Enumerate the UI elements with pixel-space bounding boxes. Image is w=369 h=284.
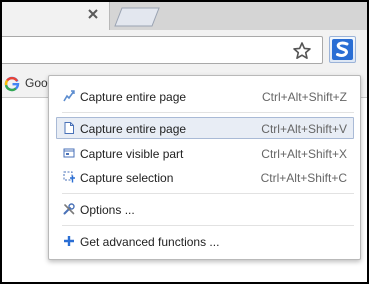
address-bar[interactable] (0, 36, 323, 64)
tools-icon (63, 203, 75, 215)
menu-item-advanced-functions[interactable]: Get advanced functions ... (56, 230, 354, 252)
active-tab[interactable] (2, 2, 110, 32)
menu-separator (62, 193, 354, 194)
selection-icon (63, 171, 75, 183)
browser-toolbar (0, 30, 367, 70)
google-icon (4, 76, 20, 92)
menu-separator (62, 225, 354, 226)
new-tab-button[interactable] (114, 7, 160, 27)
s-logo-icon (332, 39, 353, 60)
menu-separator (62, 112, 354, 113)
screenshot-extension-button[interactable] (329, 36, 356, 63)
tab-strip (2, 2, 367, 32)
capture-scroll-icon (63, 90, 75, 102)
menu-item-capture-entire-page[interactable]: Capture entire page Ctrl+Alt+Shift+V (56, 117, 354, 139)
menu-item-options[interactable]: Options ... (56, 198, 354, 220)
menu-item-capture-visible-part[interactable]: Capture visible part Ctrl+Alt+Shift+X (56, 142, 354, 164)
plus-icon (64, 236, 74, 246)
star-icon[interactable] (292, 41, 312, 61)
capture-visible-icon (63, 148, 75, 158)
menu-item-capture-entire-page-scroll[interactable]: Capture entire page Ctrl+Alt+Shift+Z (56, 85, 354, 107)
page-icon (64, 122, 74, 134)
menu-item-capture-selection[interactable]: Capture selection Ctrl+Alt+Shift+C (56, 166, 354, 188)
close-icon[interactable] (86, 7, 100, 21)
extension-dropdown-menu: Capture entire page Ctrl+Alt+Shift+Z Cap… (48, 75, 361, 260)
